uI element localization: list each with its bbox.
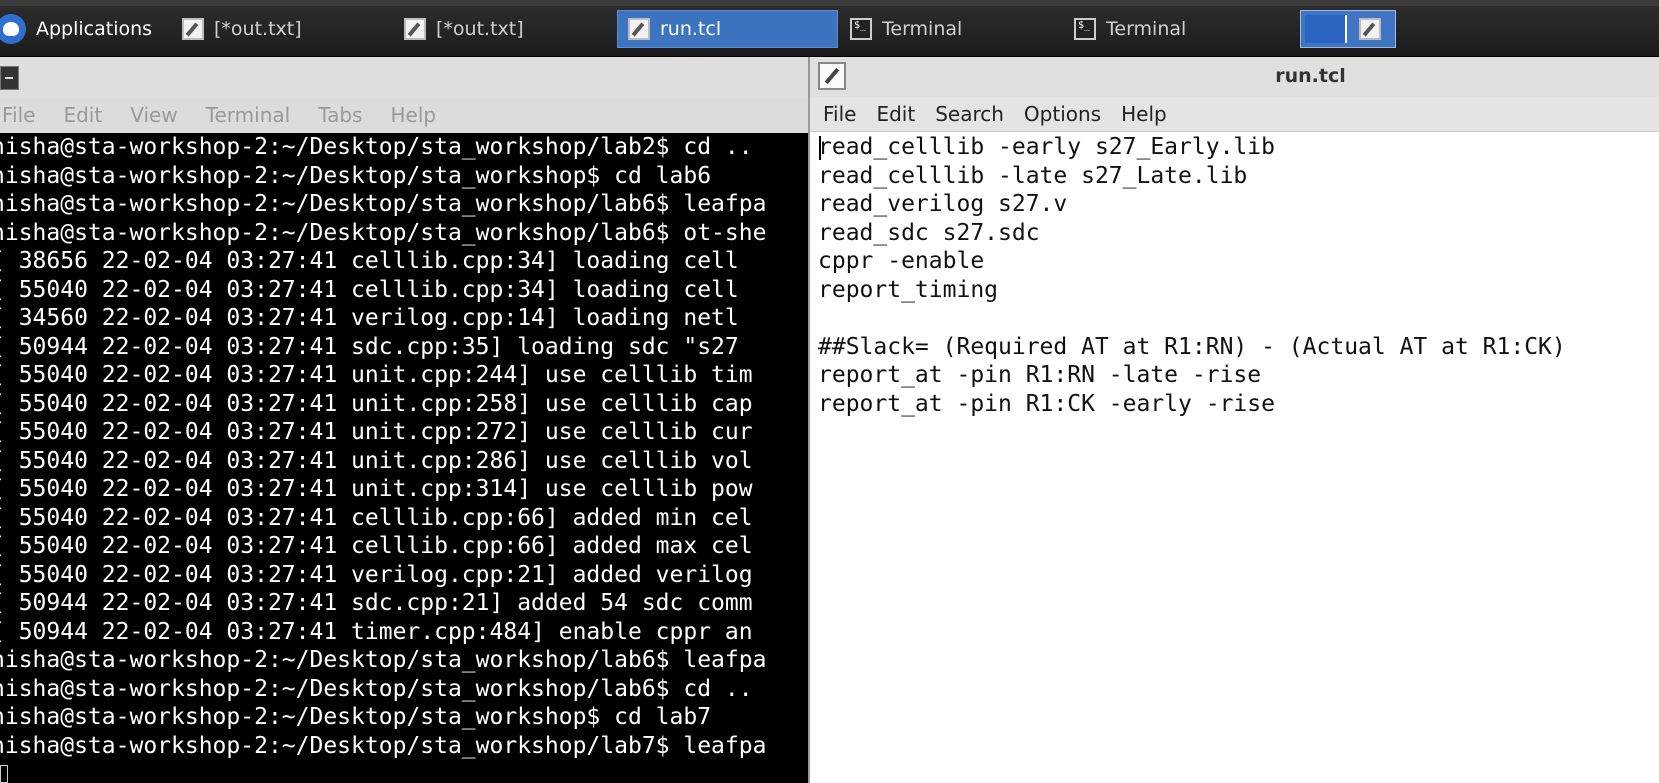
- taskbar-task-terminal-1[interactable]: Terminal: [840, 10, 1050, 48]
- menu-options[interactable]: Options: [1024, 102, 1101, 126]
- terminal-menubar: File Edit View Terminal Tabs Help: [0, 97, 808, 133]
- terminal-line: [ 34560 22-02-04 03:27:41 verilog.cpp:14…: [0, 305, 739, 331]
- applications-label: Applications: [36, 18, 153, 40]
- terminal-line: nisha@sta-workshop-2:~/Desktop/sta_works…: [0, 219, 767, 246]
- menu-search[interactable]: Search: [935, 102, 1004, 126]
- terminal-line: [ 50944 22-02-04 03:27:41 sdc.cpp:21] ad…: [0, 590, 753, 616]
- taskbar-task-out-txt-2[interactable]: [*out.txt]: [394, 10, 604, 48]
- menu-edit[interactable]: Edit: [876, 102, 915, 126]
- terminal-titlebar[interactable]: [0, 57, 808, 97]
- text-editor-icon: [404, 18, 426, 40]
- terminal-line: [ 55040 22-02-04 03:27:41 unit.cpp:314] …: [0, 476, 753, 502]
- task-label: Terminal: [882, 18, 963, 40]
- menu-tabs[interactable]: Tabs: [318, 103, 362, 127]
- terminal-line: [ 55040 22-02-04 03:27:41 unit.cpp:244] …: [0, 362, 753, 388]
- applications-menu-button[interactable]: Applications: [0, 10, 160, 48]
- menu-help[interactable]: Help: [390, 103, 436, 127]
- terminal-line: [ 55040 22-02-04 03:27:41 unit.cpp:258] …: [0, 390, 753, 417]
- terminal-line: nisha@sta-workshop-2:~/Desktop/sta_works…: [0, 732, 767, 759]
- menu-terminal[interactable]: Terminal: [206, 103, 291, 127]
- menu-view[interactable]: View: [130, 103, 177, 127]
- terminal-cursor: [0, 765, 8, 783]
- terminal-window: File Edit View Terminal Tabs Help nisha@…: [0, 57, 808, 783]
- leafpad-editor-window: run.tcl File Edit Search Options Help re…: [808, 57, 1659, 783]
- terminal-line: [ 55040 22-02-04 03:27:41 unit.cpp:286] …: [0, 447, 753, 474]
- terminal-line: [ 55040 22-02-04 03:27:41 celllib.cpp:66…: [0, 504, 753, 531]
- menu-help[interactable]: Help: [1121, 102, 1167, 126]
- menu-file[interactable]: File: [2, 103, 35, 127]
- editor-line: cppr -enable: [818, 248, 985, 274]
- terminal-line: nisha@sta-workshop-2:~/Desktop/sta_works…: [0, 704, 712, 730]
- editor-titlebar[interactable]: run.tcl: [810, 57, 1659, 98]
- text-caret: [819, 136, 821, 160]
- task-label: [*out.txt]: [214, 18, 302, 40]
- text-editor-icon: [182, 18, 204, 40]
- workspace-switcher[interactable]: [1300, 10, 1396, 48]
- terminal-icon: [850, 18, 872, 40]
- terminal-line: [ 55040 22-02-04 03:27:41 unit.cpp:272] …: [0, 419, 753, 445]
- terminal-line: [ 50944 22-02-04 03:27:41 sdc.cpp:35] lo…: [0, 333, 739, 360]
- terminal-line: [ 50944 22-02-04 03:27:41 timer.cpp:484]…: [0, 618, 753, 645]
- terminal-icon: [1074, 18, 1096, 40]
- menu-edit[interactable]: Edit: [63, 103, 102, 127]
- panel-edge: [0, 0, 1659, 6]
- taskbar-task-out-txt-1[interactable]: [*out.txt]: [172, 10, 382, 48]
- terminal-output[interactable]: nisha@sta-workshop-2:~/Desktop/sta_works…: [0, 133, 808, 783]
- workspace-2[interactable]: [1353, 15, 1393, 43]
- terminal-line: nisha@sta-workshop-2:~/Desktop/sta_works…: [0, 647, 767, 673]
- window-menu-icon[interactable]: [0, 66, 19, 90]
- terminal-line: [ 55040 22-02-04 03:27:41 verilog.cpp:21…: [0, 561, 753, 588]
- terminal-line: nisha@sta-workshop-2:~/Desktop/sta_works…: [0, 134, 753, 160]
- editor-line: read_celllib -late s27_Late.lib: [818, 162, 1248, 189]
- task-label: Terminal: [1106, 18, 1187, 40]
- editor-line: report_at -pin R1:CK -early -rise: [818, 390, 1275, 417]
- terminal-line: [ 55040 22-02-04 03:27:41 celllib.cpp:34…: [0, 276, 739, 303]
- editor-menubar: File Edit Search Options Help: [810, 97, 1659, 132]
- taskbar-task-run-tcl[interactable]: run.tcl: [617, 10, 838, 48]
- taskbar-task-terminal-2[interactable]: Terminal: [1064, 10, 1274, 48]
- xfce-logo-icon: [0, 14, 26, 44]
- editor-text-area[interactable]: read_celllib -early s27_Early.lib read_c…: [810, 132, 1659, 783]
- window-title: run.tcl: [1275, 65, 1346, 87]
- editor-line: read_celllib -early s27_Early.lib: [818, 134, 1275, 160]
- text-editor-icon: [628, 18, 650, 40]
- terminal-line: nisha@sta-workshop-2:~/Desktop/sta_works…: [0, 191, 767, 217]
- editor-line: report_timing: [818, 276, 999, 303]
- terminal-line: nisha@sta-workshop-2:~/Desktop/sta_works…: [0, 162, 712, 189]
- task-label: run.tcl: [660, 18, 722, 40]
- menu-file[interactable]: File: [823, 102, 856, 126]
- editor-line: read_sdc s27.sdc: [818, 219, 1040, 246]
- terminal-line: nisha@sta-workshop-2:~/Desktop/sta_works…: [0, 675, 753, 702]
- terminal-line: [ 38656 22-02-04 03:27:41 celllib.cpp:34…: [0, 248, 739, 274]
- editor-line: ##Slack= (Required AT at R1:RN) - (Actua…: [818, 333, 1566, 360]
- text-editor-icon: [1359, 18, 1381, 40]
- task-label: [*out.txt]: [436, 18, 524, 40]
- terminal-line: [ 55040 22-02-04 03:27:41 celllib.cpp:66…: [0, 533, 753, 559]
- editor-line: read_verilog s27.v: [818, 191, 1068, 217]
- editor-line: report_at -pin R1:RN -late -rise: [818, 362, 1262, 388]
- workspace-1[interactable]: [1305, 15, 1347, 43]
- taskbar: Applications [*out.txt] [*out.txt] run.t…: [0, 0, 1659, 57]
